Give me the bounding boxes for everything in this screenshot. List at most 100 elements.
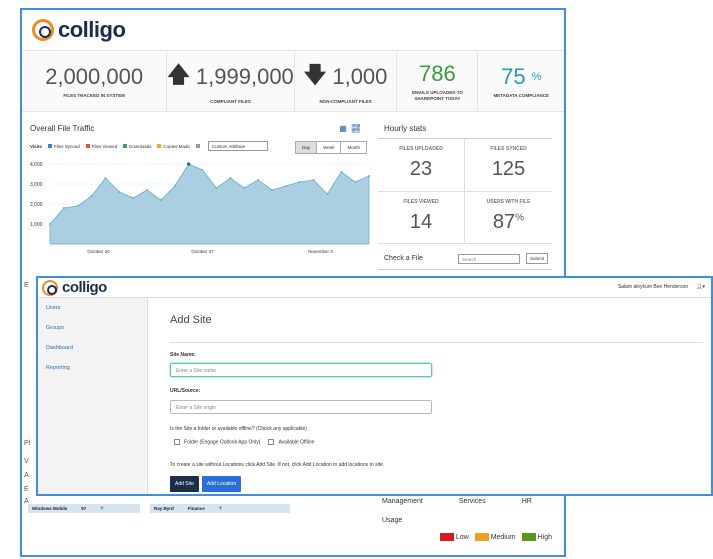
- kpi-value: 2,000,000: [45, 63, 144, 89]
- data-point[interactable]: [76, 205, 79, 207]
- stat-value: 87%: [492, 210, 525, 233]
- data-point[interactable]: [90, 195, 93, 197]
- add-site-window: colligo Salam aleykum Ben Henderson 👤︎▾ …: [36, 276, 713, 496]
- data-point[interactable]: [173, 185, 176, 187]
- legend-item[interactable]: Files Synced: [47, 144, 80, 149]
- site-name-label: Site Name:: [170, 352, 196, 358]
- folder-option[interactable]: Folder (Engage Outlook App Only): [174, 439, 260, 445]
- add-location-button[interactable]: Add Location: [201, 476, 242, 492]
- legend-item[interactable]: Downloads: [123, 144, 151, 149]
- table-row[interactable]: Ray Byrd Finance +: [150, 504, 290, 513]
- range-day-button[interactable]: Day: [296, 142, 318, 153]
- sidebar-item-dashboard[interactable]: Dashboard: [38, 338, 147, 358]
- kpi-label: NON-COMPLIANT FILES: [319, 98, 372, 104]
- colligo-logo[interactable]: colligo: [32, 17, 126, 43]
- options-row: Folder (Engage Outlook App Only) Availab…: [174, 439, 314, 445]
- data-point[interactable]: [104, 177, 107, 179]
- sidebar-item-users[interactable]: Users: [38, 298, 147, 318]
- data-point[interactable]: [146, 189, 149, 191]
- kpi-compliant-files: 🡅 1,999,000 COMPLIANT FILES: [167, 51, 295, 111]
- url-source-input[interactable]: Enter a Site origin: [170, 400, 432, 414]
- form-buttons: Add Site Add Location: [170, 476, 242, 492]
- kpi-label: METADATA COMPLIANCE: [493, 92, 550, 98]
- stat-value: 14: [409, 210, 433, 233]
- stat-value: 23: [409, 158, 433, 180]
- data-point[interactable]: [298, 181, 301, 183]
- data-point[interactable]: [284, 185, 287, 187]
- data-point[interactable]: [354, 181, 357, 183]
- colligo-logo-icon: [42, 279, 58, 296]
- data-point[interactable]: [340, 171, 343, 173]
- user-menu[interactable]: Salam aleykum Ben Henderson 👤︎▾: [618, 284, 705, 290]
- data-point[interactable]: [215, 187, 218, 189]
- kpi-metadata-compliance: 75% METADATA COMPLIANCE: [478, 51, 564, 111]
- legend-swatch: [123, 144, 128, 149]
- traffic-view-icons: ▦📈︎: [339, 124, 365, 133]
- legend-title: Visits: [30, 143, 42, 149]
- data-point[interactable]: [132, 197, 135, 199]
- traffic-title: Overall File Traffic: [30, 124, 95, 133]
- range-week-button[interactable]: Week: [317, 142, 342, 153]
- custom-attribute-select[interactable]: Custom Attribute: [207, 141, 268, 151]
- legend-swatch: [195, 144, 200, 149]
- expand-plus-icon[interactable]: +: [100, 506, 104, 512]
- data-point[interactable]: [201, 169, 204, 171]
- legend-swatch: [474, 533, 489, 541]
- data-point[interactable]: [270, 189, 273, 191]
- data-point[interactable]: [187, 162, 191, 166]
- add-site-button[interactable]: Add Site: [170, 476, 199, 492]
- offline-option[interactable]: Available Offline: [268, 439, 314, 445]
- data-point[interactable]: [118, 191, 121, 193]
- data-point[interactable]: [62, 207, 65, 209]
- logo-text: colligo: [58, 17, 126, 42]
- arrow-up-icon: 🡅: [167, 61, 190, 87]
- data-point[interactable]: [49, 223, 51, 225]
- stat-files-uploaded: FILES UPLOADED 23: [378, 139, 465, 192]
- logo-text: colligo: [62, 279, 107, 296]
- legend-item[interactable]: [195, 144, 202, 149]
- line-chart-icon[interactable]: 📈︎: [351, 124, 365, 133]
- y-tick-label: 2,000: [30, 202, 43, 208]
- traffic-chart: 1,0002,0003,0004,000 October 20 October 2…: [30, 162, 370, 254]
- kpi-label: FILES TRACKED IN SYSTEM: [63, 92, 125, 98]
- data-point[interactable]: [368, 175, 370, 177]
- data-point[interactable]: [229, 177, 232, 179]
- usage-column: Management: [382, 498, 423, 505]
- data-point[interactable]: [326, 193, 329, 195]
- legend-item[interactable]: Files Viewed: [85, 144, 117, 149]
- usage-column: Services: [458, 498, 486, 505]
- legend-swatch: [521, 533, 536, 541]
- fragment-text: E: [24, 486, 29, 493]
- check-file-submit-button[interactable]: Submit: [525, 253, 548, 264]
- data-point[interactable]: [159, 199, 162, 201]
- stat-value: 125: [491, 158, 526, 180]
- data-point[interactable]: [257, 179, 260, 181]
- expand-plus-icon[interactable]: +: [219, 506, 223, 512]
- screenshot-stage: colligo 2,000,000 FILES TRACKED IN SYSTE…: [0, 0, 713, 559]
- user-dropdown-icon[interactable]: 👤︎▾: [696, 284, 705, 290]
- range-month-button[interactable]: Month: [341, 142, 366, 153]
- kpi-value: 786: [419, 60, 456, 86]
- data-point[interactable]: [243, 187, 246, 189]
- colligo-logo[interactable]: colligo: [42, 279, 107, 296]
- check-file-search-input[interactable]: Search: [457, 253, 520, 264]
- add-site-form: Add Site Site Name: Enter a Site name UR…: [149, 298, 711, 494]
- sidebar-item-reporting[interactable]: Reporting: [38, 358, 147, 378]
- stat-files-synced: FILES SYNCED 125: [465, 139, 552, 192]
- chart-x-ticks: October 20 October 27 November 3: [87, 249, 333, 254]
- legend-item[interactable]: Copies Made: [157, 144, 190, 149]
- folder-checkbox[interactable]: [174, 439, 180, 445]
- hourly-title: Hourly stats: [384, 124, 427, 133]
- table-icon[interactable]: ▦: [339, 124, 351, 133]
- site-name-input[interactable]: Enter a Site name: [170, 363, 432, 377]
- table-row[interactable]: Windows Mobile 97 +: [28, 504, 140, 513]
- usage-column: HR: [521, 498, 532, 505]
- data-point[interactable]: [312, 179, 315, 181]
- x-tick-label: October 27: [191, 249, 214, 254]
- usage-columns: Management Services HR: [382, 498, 552, 505]
- offline-checkbox[interactable]: [268, 439, 275, 445]
- fragment-text: Pl: [24, 440, 31, 447]
- sidebar-item-groups[interactable]: Groups: [38, 318, 147, 338]
- legend-low: Low: [439, 533, 469, 541]
- kpi-files-tracked: 2,000,000 FILES TRACKED IN SYSTEM: [22, 51, 168, 111]
